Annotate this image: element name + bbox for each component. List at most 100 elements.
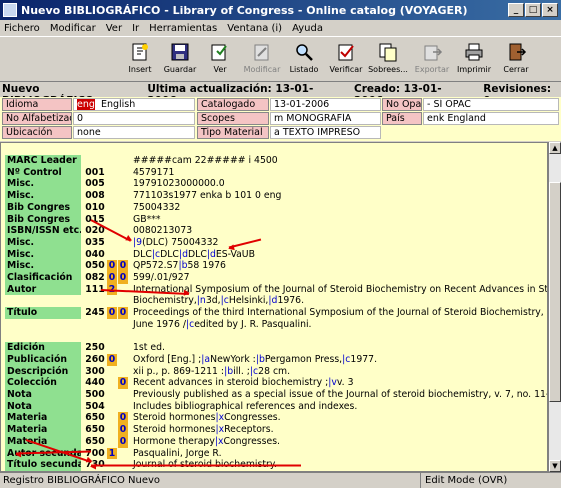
marc-row[interactable]: Bib Congres 015 GB*** — [1, 213, 547, 226]
scroll-down-icon[interactable]: ▼ — [549, 460, 561, 472]
marc-row[interactable]: Publicación 260 0 Oxford [Eng.] ;|aNewYork … — [1, 353, 547, 366]
field-content[interactable]: 19791023000000.0 — [133, 178, 225, 190]
field-content[interactable]: Hormone therapy|xCongresses. — [133, 436, 280, 448]
indicator-1[interactable]: 0 — [107, 272, 117, 284]
marc-row[interactable]: Nº Control 001 4579171 — [1, 166, 547, 179]
marc-row[interactable]: Materia 650 0 Steroid hormones|xReceptors. — [1, 424, 547, 436]
scroll-up-icon[interactable]: ▲ — [549, 142, 561, 154]
indicator-2[interactable]: 0 — [118, 260, 128, 272]
menu-ayuda[interactable]: Ayuda — [292, 23, 323, 34]
field-tag[interactable]: 015 — [83, 214, 107, 226]
field-tag[interactable]: 008 — [83, 190, 107, 202]
indicator-2[interactable]: 0 — [118, 424, 128, 436]
field-tag[interactable]: 050 — [83, 260, 107, 272]
indicator-2[interactable]: 0 — [118, 272, 128, 284]
catalogado-field[interactable]: 13-01-2006 — [270, 98, 381, 111]
menu-modificar[interactable]: Modificar — [50, 23, 96, 34]
scroll-thumb[interactable] — [549, 182, 561, 402]
menu-ventana-i-[interactable]: Ventana (i) — [227, 23, 282, 34]
field-tag[interactable]: 650 — [83, 436, 107, 448]
menu-fichero[interactable]: Fichero — [4, 23, 40, 34]
marc-row[interactable]: Misc. 050 0 0 QP572.S7|b58 1976 — [1, 260, 547, 272]
field-tag[interactable]: 082 — [83, 272, 107, 284]
field-tag[interactable]: 010 — [83, 202, 107, 214]
marc-row[interactable]: Nota 504 Includes bibliographical referenc… — [1, 400, 547, 413]
toolbar-guardar-button[interactable]: Guardar — [158, 37, 202, 81]
indicator-1[interactable]: 0 — [107, 307, 117, 319]
field-tag[interactable]: 300 — [83, 366, 107, 378]
field-tag[interactable]: 245 — [83, 307, 107, 319]
indicator-2[interactable]: 0 — [118, 412, 128, 425]
menu-ver[interactable]: Ver — [106, 23, 122, 34]
field-content[interactable]: Steroid hormones|xCongresses. — [133, 412, 281, 424]
field-tag[interactable]: 035 — [83, 237, 107, 249]
marc-row[interactable] — [1, 331, 547, 343]
field-content[interactable]: Biochemistry,|n3d,|cHelsinki,|d1976. — [133, 295, 304, 307]
field-content[interactable]: 0080213073 — [133, 225, 192, 237]
toolbar-listado-button[interactable]: Listado — [282, 37, 326, 81]
toolbar-sobrees--button[interactable]: Sobrees... — [366, 37, 410, 81]
noopac-field[interactable]: - SÍ OPAC — [423, 98, 559, 111]
indicator-1[interactable]: 1 — [107, 447, 117, 460]
field-content[interactable]: International Symposium of the Journal o… — [133, 284, 547, 296]
marc-row[interactable]: ISBN/ISSN etc. 020 0080213073 — [1, 225, 547, 237]
marc-row[interactable]: Autor1112International Symposium of the … — [1, 283, 547, 296]
indicator-2[interactable]: 0 — [118, 307, 128, 319]
field-content[interactable]: |9(DLC) 75004332 — [133, 237, 218, 249]
marc-row[interactable]: Materia 650 0 Steroid hormones|xCongresses. — [1, 412, 547, 425]
marc-row[interactable]: Biochemistry,|n3d,|cHelsinki,|d1976. — [1, 295, 547, 307]
field-content[interactable]: Pasqualini, Jorge R. — [133, 448, 222, 460]
field-content[interactable]: xii p., p. 869-1211 :|bill. ;|c28 cm. — [133, 366, 290, 378]
ubicacion-field[interactable]: none — [73, 126, 195, 139]
field-tag[interactable]: 504 — [83, 401, 107, 413]
field-content[interactable]: GB*** — [133, 214, 161, 226]
marc-row[interactable]: Descripción 300 xii p., p. 869-1211 :|bill… — [1, 365, 547, 378]
menu-ir[interactable]: Ir — [132, 23, 139, 34]
toolbar-ver-button[interactable]: Ver — [198, 37, 242, 81]
field-content[interactable]: 4579171 — [133, 167, 174, 179]
scopes-field[interactable]: m MONOGRAFÍA — [270, 112, 381, 125]
idioma-field[interactable]: eng English — [73, 98, 195, 111]
field-content[interactable]: Previously published as a special issue … — [133, 389, 547, 401]
field-tag[interactable]: 250 — [83, 342, 107, 354]
toolbar-insert-button[interactable]: Insert — [118, 37, 162, 81]
marc-row[interactable]: Bib Congres 010 75004332 — [1, 201, 547, 214]
menu-herramientas[interactable]: Herramientas — [149, 23, 217, 34]
field-tag[interactable]: 260 — [83, 354, 107, 366]
maximize-button[interactable]: □ — [525, 3, 541, 17]
indicator-2[interactable]: 0 — [118, 377, 128, 389]
close-button[interactable]: × — [542, 3, 558, 17]
noalfa-field[interactable]: 0 — [73, 112, 195, 125]
field-tag[interactable]: 001 — [83, 167, 107, 179]
field-content[interactable]: Proceedings of the third International S… — [133, 307, 547, 319]
tipo-material-field[interactable]: a TEXTO IMPRESO — [270, 126, 381, 139]
marc-row[interactable]: MARC Leader #####cam 22##### i 4500 — [1, 155, 547, 167]
field-content[interactable]: Includes bibliographical references and … — [133, 401, 357, 413]
toolbar-imprimir-button[interactable]: Imprimir — [452, 37, 496, 81]
field-tag[interactable]: 650 — [83, 412, 107, 424]
field-tag[interactable]: 650 — [83, 424, 107, 436]
marc-row[interactable]: Misc. 008 771103s1977 enka b 101 0 eng — [1, 190, 547, 202]
field-tag[interactable]: 440 — [83, 377, 107, 389]
marc-row[interactable]: Clasificación 082 0 0 599/.01/927 — [1, 272, 547, 284]
field-content[interactable]: June 1976 /|cedited by J. R. Pasqualini. — [133, 319, 312, 331]
indicator-2[interactable]: 0 — [118, 435, 128, 448]
marc-row[interactable]: Título 245 0 0 Proceedings of the third Inte… — [1, 307, 547, 319]
field-content[interactable]: 1st ed. — [133, 342, 165, 354]
minimize-button[interactable]: _ — [508, 3, 524, 17]
field-content[interactable]: Oxford [Eng.] ;|aNewYork :|bPergamon Pre… — [133, 354, 377, 366]
field-content[interactable]: 771103s1977 enka b 101 0 eng — [133, 190, 281, 202]
field-content[interactable]: Steroid hormones|xReceptors. — [133, 424, 274, 436]
marc-row[interactable]: Nota 500 Previously published as a special… — [1, 389, 547, 401]
field-tag[interactable]: 500 — [83, 389, 107, 401]
pais-field[interactable]: enk England — [423, 112, 559, 125]
toolbar-cerrar-button[interactable]: Cerrar — [494, 37, 538, 81]
marc-row[interactable]: Edición 250 1st ed. — [1, 342, 547, 354]
vertical-scrollbar[interactable]: ▲ ▼ — [548, 142, 561, 472]
toolbar-verificar-button[interactable]: Verificar — [324, 37, 368, 81]
marc-row[interactable]: Materia 650 0 Hormone therapy|xCongresses. — [1, 435, 547, 448]
marc-row[interactable]: June 1976 /|cedited by J. R. Pasqualini. — [1, 319, 547, 331]
indicator-1[interactable]: 0 — [107, 353, 117, 366]
field-tag[interactable]: 005 — [83, 178, 107, 190]
marc-row[interactable]: Misc. 035 |9(DLC) 75004332 — [1, 236, 547, 249]
